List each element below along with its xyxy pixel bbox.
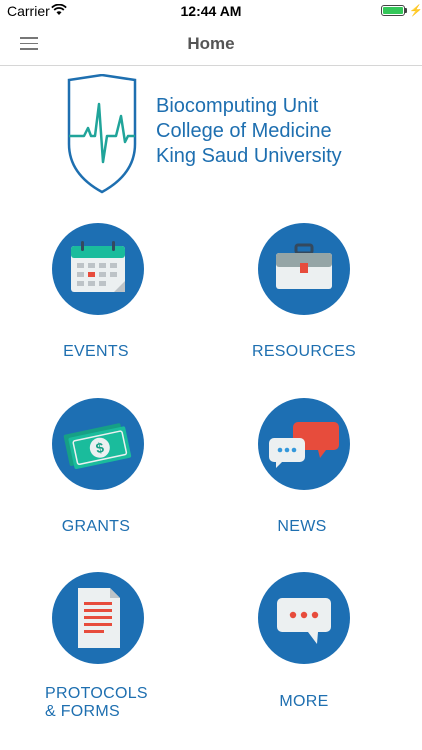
org-line-3: King Saud University (156, 145, 342, 167)
more-button[interactable] (258, 572, 350, 664)
org-line-2: College of Medicine (156, 120, 332, 142)
protocols-label-line-2: & FORMS (45, 703, 120, 720)
status-bar: Carrier 12:44 AM ⚡ (0, 0, 422, 22)
more-label[interactable]: MORE (214, 693, 394, 711)
protocols-label-line-1: PROTOCOLS (45, 685, 148, 702)
news-button[interactable] (258, 398, 350, 490)
money-icon: $ (63, 423, 132, 470)
resources-label[interactable]: RESOURCES (214, 343, 394, 361)
chat-bubbles-icon (269, 422, 339, 468)
org-line-1: Biocomputing Unit (156, 95, 319, 117)
clock: 12:44 AM (180, 3, 242, 19)
protocols-forms-button[interactable] (52, 572, 144, 664)
document-icon (78, 588, 120, 648)
news-label[interactable]: NEWS (212, 518, 392, 536)
more-chat-icon (277, 598, 331, 644)
charging-icon: ⚡ (409, 5, 422, 17)
organization-name: Biocomputing Unit College of Medicine Ki… (156, 94, 342, 169)
page-title: Home (187, 34, 235, 53)
battery-tip (405, 8, 407, 13)
protocols-forms-label[interactable]: PROTOCOLS & FORMS (45, 685, 225, 721)
briefcase-icon (276, 243, 332, 289)
events-label[interactable]: EVENTS (6, 343, 186, 361)
navigation-bar: Home (0, 22, 422, 66)
calendar-icon (71, 241, 125, 292)
battery-icon (381, 5, 405, 16)
grants-button[interactable]: $ (52, 398, 144, 490)
grants-label[interactable]: GRANTS (6, 518, 186, 536)
resources-button[interactable] (258, 223, 350, 315)
events-button[interactable] (52, 223, 144, 315)
